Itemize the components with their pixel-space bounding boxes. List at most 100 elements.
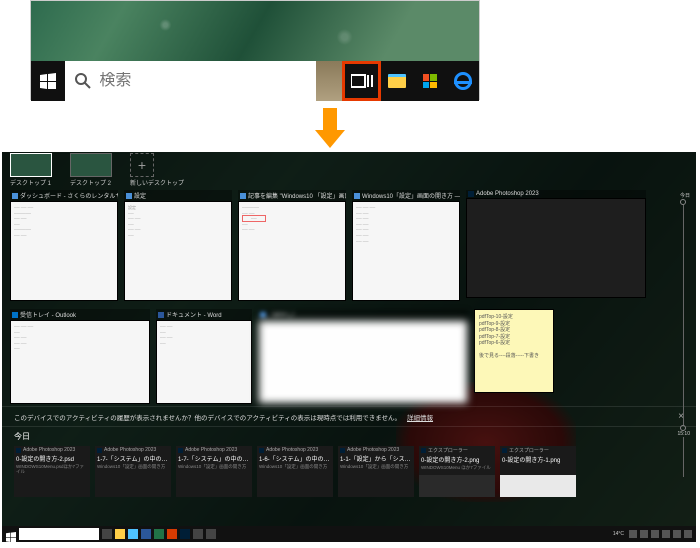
- timeline-subtitle: WINDOWS10Menu.psdほか7ファイル: [14, 464, 90, 474]
- file-explorer-button[interactable]: [381, 61, 414, 101]
- rail-label-time: 15:10: [676, 431, 690, 437]
- windows-logo-icon: [40, 73, 56, 89]
- pinned-app[interactable]: [128, 529, 138, 539]
- start-button[interactable]: [31, 61, 65, 101]
- virtual-desktop-label: デスクトップ 1: [10, 178, 51, 187]
- search-input[interactable]: [99, 72, 306, 90]
- system-tray: 14°C: [611, 530, 692, 538]
- window-thumb-browser[interactable]: ダッシュボード - さくらのレンタルサーバ── ── ────────── ──…: [10, 190, 118, 301]
- window-title: 受信トレイ - Outlook: [20, 310, 76, 319]
- pinned-app[interactable]: [115, 529, 125, 539]
- task-view-icon: [351, 73, 373, 89]
- timeline-app: Adobe Photoshop 2023: [347, 447, 399, 453]
- task-view-button[interactable]: [342, 61, 381, 101]
- window-thumb-word[interactable]: ドキュメント - Word── ────── ────: [156, 309, 252, 404]
- timeline-subtitle: Windows10「設定」画面の開き方: [176, 464, 252, 474]
- timeline-filename: 0-設定の開き方-2.psd: [14, 454, 90, 464]
- timeline-subtitle: Windows10「設定」画面の開き方: [257, 464, 333, 474]
- window-title: （ぼかし）: [268, 310, 298, 319]
- timeline-row: Adobe Photoshop 20230-設定の開き方-2.psdWINDOW…: [2, 444, 696, 499]
- tray-icon[interactable]: [640, 530, 648, 538]
- timeline-card[interactable]: Adobe Photoshop 20231-7-「システム」の中の「マルチタスク…: [95, 446, 171, 497]
- timeline-card[interactable]: Adobe Photoshop 20231-1-「設定」から「システム」.png…: [338, 446, 414, 497]
- timeline-subtitle: [500, 465, 576, 475]
- window-title: ダッシュボード - さくらのレンタルサーバ: [20, 191, 118, 200]
- pinned-app[interactable]: [180, 529, 190, 539]
- timeline-app: Adobe Photoshop 2023: [185, 447, 237, 453]
- cortana-image-icon[interactable]: [316, 61, 342, 101]
- activity-message-bar: このデバイスでのアクティビティの履歴が表示されませんか？他のデバイスでのアクティ…: [2, 406, 696, 427]
- rail-label-today: 今日: [676, 192, 690, 199]
- notification-center-icon[interactable]: [684, 530, 692, 538]
- timeline-filename: 0-設定の開き方-1.png: [500, 455, 576, 465]
- window-thumb-browser-2[interactable]: Windows10「設定」画面の開き方 — Windows 10 詳細設定── …: [352, 190, 460, 301]
- task-view-button[interactable]: [102, 529, 112, 539]
- desktop-wallpaper-strip: [31, 1, 479, 61]
- window-thumb-blurred[interactable]: （ぼかし）: [258, 309, 468, 404]
- timeline-app: Adobe Photoshop 2023: [23, 447, 75, 453]
- internet-explorer-icon: [454, 72, 472, 90]
- virtual-desktops-bar: デスクトップ 1 デスクトップ 2 + 新しいデスクトップ: [2, 152, 696, 184]
- timeline-scrollbar[interactable]: 今日 15:10: [676, 192, 690, 514]
- virtual-desktop-2[interactable]: デスクトップ 2: [70, 153, 112, 187]
- tray-icon[interactable]: [662, 530, 670, 538]
- pinned-app[interactable]: [167, 529, 177, 539]
- virtual-desktop-label: デスクトップ 2: [70, 178, 111, 187]
- start-button[interactable]: [6, 529, 16, 539]
- timeline-filename: 0-設定の開き方-2.png: [419, 455, 495, 465]
- search-box[interactable]: [19, 528, 99, 540]
- search-icon: [75, 73, 91, 89]
- weather-widget[interactable]: 14°C: [611, 531, 626, 537]
- timeline-card[interactable]: エクスプローラー0-設定の開き方-1.png: [500, 446, 576, 497]
- timeline-card[interactable]: Adobe Photoshop 20231-6-「システム」の中の「ストレージ」…: [257, 446, 333, 497]
- window-thumb-editor[interactable]: 記事を編集 "Windows10 「設定」画面の開き方"──────── ───…: [238, 190, 346, 301]
- timeline-subtitle: Windows10「設定」画面の開き方: [338, 464, 414, 474]
- internet-explorer-button[interactable]: [446, 61, 479, 101]
- task-view-screen: デスクトップ 1 デスクトップ 2 + 新しいデスクトップ ダッシュボード - …: [2, 152, 696, 542]
- window-title: ドキュメント - Word: [166, 310, 222, 319]
- open-windows-row-2: 受信トレイ - Outlook── ── ────── ──── ──── ドキ…: [2, 303, 696, 406]
- window-title: 記事を編集 "Windows10 「設定」画面の開き方": [248, 191, 346, 200]
- timeline-app: エクスプローラー: [509, 447, 549, 454]
- window-thumb-sticky-note[interactable]: pdfTop-10-設定pdfTop-9-設定pdfTop-8-設定pdfTop…: [474, 309, 554, 404]
- file-explorer-icon: [388, 74, 406, 88]
- timeline-preview: [500, 475, 576, 497]
- window-title: Adobe Photoshop 2023: [476, 191, 539, 197]
- window-thumb-photoshop[interactable]: Adobe Photoshop 2023: [466, 190, 646, 301]
- timeline-card[interactable]: Adobe Photoshop 20231-7-「システム」の中の「タブレット」…: [176, 446, 252, 497]
- microsoft-store-icon: [423, 74, 437, 88]
- pinned-app[interactable]: [141, 529, 151, 539]
- pinned-app[interactable]: [154, 529, 164, 539]
- tray-icon[interactable]: [651, 530, 659, 538]
- timeline-app: エクスプローラー: [428, 447, 468, 454]
- window-title: Windows10「設定」画面の開き方 — Windows 10 詳細設定: [362, 191, 460, 200]
- taskbar: [31, 61, 479, 101]
- plus-icon: +: [130, 153, 154, 177]
- timeline-date-heading: 今日: [2, 427, 696, 444]
- arrow-down-icon: [315, 108, 345, 148]
- timeline-filename: 1-6-「システム」の中の「ストレージ」.psd: [257, 454, 333, 464]
- pinned-app[interactable]: [193, 529, 203, 539]
- tray-icon[interactable]: [629, 530, 637, 538]
- timeline-filename: 1-7-「システム」の中の「タブレット」.psd: [176, 454, 252, 464]
- tray-icon[interactable]: [673, 530, 681, 538]
- timeline-app: Adobe Photoshop 2023: [104, 447, 156, 453]
- microsoft-store-button[interactable]: [414, 61, 447, 101]
- timeline-app: Adobe Photoshop 2023: [266, 447, 318, 453]
- open-windows-row-1: ダッシュボード - さくらのレンタルサーバ── ── ────────── ──…: [2, 184, 696, 303]
- activity-message-link[interactable]: 詳細情報: [407, 412, 433, 422]
- window-thumb-outlook[interactable]: 受信トレイ - Outlook── ── ────── ──── ────: [10, 309, 150, 404]
- new-desktop-label: 新しいデスクトップ: [130, 178, 184, 187]
- timeline-card[interactable]: エクスプローラー0-設定の開き方-2.pngWINDOWS10Menu ほか7フ…: [419, 446, 495, 497]
- window-title: 設定: [134, 191, 146, 200]
- timeline-filename: 1-1-「設定」から「システム」.png: [338, 454, 414, 464]
- new-desktop-button[interactable]: + 新しいデスクトップ: [130, 153, 184, 187]
- virtual-desktop-1[interactable]: デスクトップ 1: [10, 153, 52, 187]
- timeline-filename: 1-7-「システム」の中の「マルチタスク」.psd: [95, 454, 171, 464]
- search-box[interactable]: [65, 61, 316, 101]
- timeline-subtitle: Windows10「設定」画面の開き方: [95, 464, 171, 474]
- window-thumb-settings[interactable]: 設定設定──── ────── ────: [124, 190, 232, 301]
- timeline-card[interactable]: Adobe Photoshop 20230-設定の開き方-2.psdWINDOW…: [14, 446, 90, 497]
- activity-message-text: このデバイスでのアクティビティの履歴が表示されませんか？他のデバイスでのアクティ…: [14, 412, 401, 422]
- pinned-app[interactable]: [206, 529, 216, 539]
